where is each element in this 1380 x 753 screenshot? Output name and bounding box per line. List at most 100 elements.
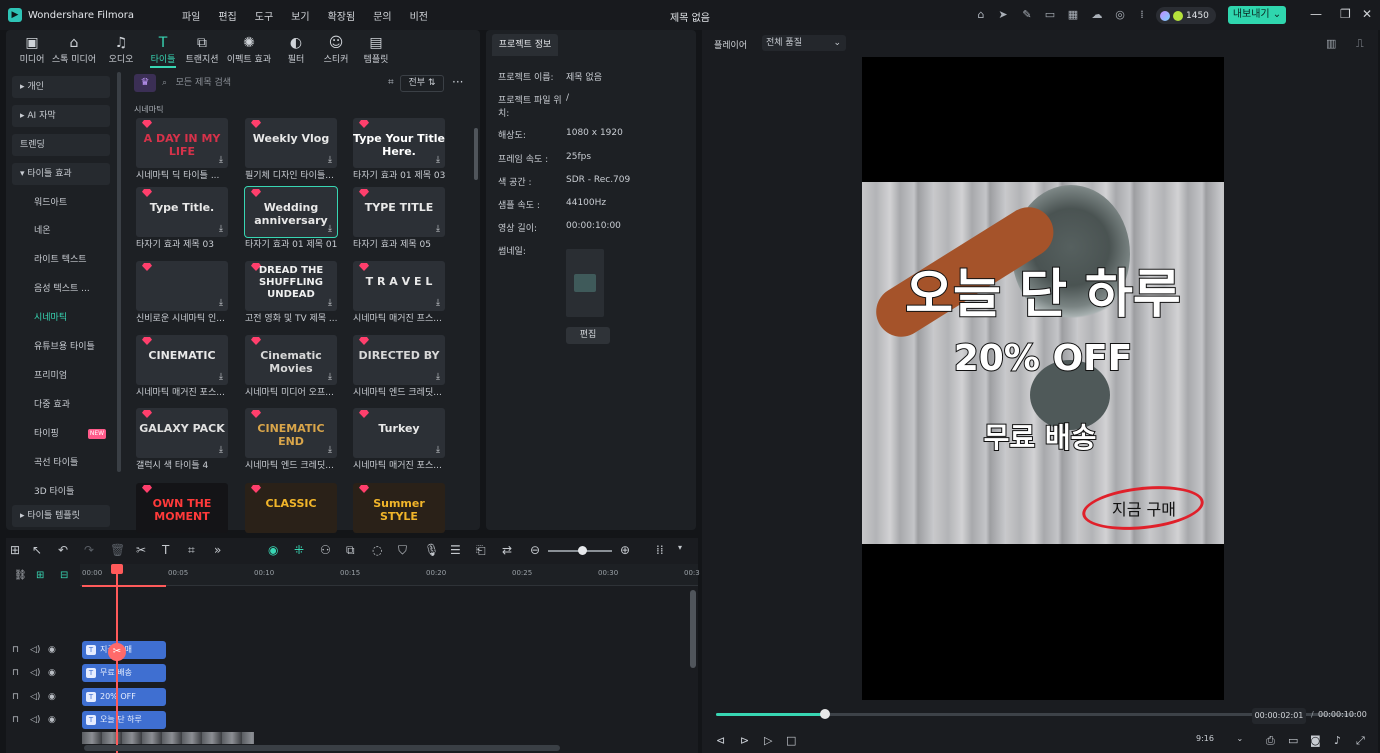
tab-stock-media[interactable]: ⌂ 스톡 미디어 xyxy=(48,34,100,65)
send-icon[interactable]: ➤ xyxy=(996,8,1010,22)
visibility-icon[interactable]: ◉ xyxy=(48,715,56,725)
sidebar-item-trending[interactable]: 트렌딩 xyxy=(12,134,110,156)
title-thumbnail[interactable]: CINEMATIC ⤓ xyxy=(136,335,228,385)
grid-scrollbar[interactable] xyxy=(474,128,478,180)
title-thumbnail[interactable]: Turkey ⤓ xyxy=(353,408,445,458)
text-tool-icon[interactable]: T xyxy=(162,543,169,557)
sidebar-item-curved[interactable]: 곡선 타이틀 xyxy=(12,452,110,474)
title-thumbnail[interactable]: OWN THE MOMENT xyxy=(136,483,228,533)
download-icon[interactable]: ⤓ xyxy=(436,155,440,165)
mute-icon[interactable]: ◁) xyxy=(30,715,40,725)
undo-icon[interactable]: ↶ xyxy=(58,543,68,557)
download-icon[interactable]: ⤓ xyxy=(219,372,223,382)
quality-dropdown[interactable]: 전체 품질 ⌄ xyxy=(762,35,846,51)
menu-view[interactable]: 보기 xyxy=(291,8,309,23)
video-clip[interactable] xyxy=(82,732,254,744)
download-icon[interactable]: ⤓ xyxy=(328,298,332,308)
title-thumbnail[interactable]: T R A V E L ⤓ xyxy=(353,261,445,311)
scope-icon[interactable]: ⎍ xyxy=(1356,37,1364,51)
sidebar-item-wordart[interactable]: 워드아트 xyxy=(12,192,110,214)
menu-extensions[interactable]: 확장됨 xyxy=(328,8,356,23)
sidebar-item-multi-effects[interactable]: 다중 효과 xyxy=(12,394,110,416)
overlay-text-today[interactable]: 오늘 단 하루 xyxy=(862,252,1224,327)
sidebar-item-neon[interactable]: 네온 xyxy=(12,220,110,242)
shield-icon[interactable]: ⛉ xyxy=(398,543,407,558)
maximize-icon[interactable]: ❐ xyxy=(1340,7,1351,21)
mark-icon[interactable]: ⚇ xyxy=(320,543,331,557)
download-icon[interactable]: ⤓ xyxy=(328,155,332,165)
title-thumbnail[interactable]: A DAY IN MY LIFE ⤓ xyxy=(136,118,228,168)
stop-icon[interactable]: □ xyxy=(786,734,796,747)
visibility-icon[interactable]: ◉ xyxy=(48,645,56,655)
title-thumbnail[interactable]: DIRECTED BY ⤓ xyxy=(353,335,445,385)
lock-icon[interactable]: ⊓ xyxy=(12,645,19,655)
export-button[interactable]: 내보내기 ⌄ xyxy=(1228,6,1286,24)
download-icon[interactable]: ⤓ xyxy=(219,445,223,455)
title-thumbnail[interactable]: DREAD THE SHUFFLING UNDEAD ⤓ xyxy=(245,261,337,311)
close-icon[interactable]: ✕ xyxy=(1362,7,1372,21)
tab-project-info[interactable]: 프로젝트 정보 xyxy=(492,34,558,56)
sidebar-item-voice-text[interactable]: 음성 텍스트 ... xyxy=(12,278,110,300)
title-thumbnail[interactable]: Wedding anniversary ⤓ xyxy=(244,186,338,238)
select-tool-icon[interactable]: ↖ xyxy=(32,543,42,557)
title-thumbnail[interactable]: ⤓ xyxy=(136,261,228,311)
volume-icon[interactable]: ♪ xyxy=(1334,734,1341,747)
subtitle-icon[interactable]: ☰ xyxy=(450,543,461,557)
track-layout-icon[interactable]: ⁞⁞ xyxy=(656,543,664,557)
display-icon[interactable]: ▭ xyxy=(1288,734,1298,747)
timeline-horizontal-scrollbar[interactable] xyxy=(84,745,560,751)
sticker-tool-icon[interactable]: ⎗ xyxy=(476,543,486,558)
sidebar-item-typing[interactable]: 타이핑 NEW xyxy=(12,423,110,445)
sidebar-scrollbar[interactable] xyxy=(117,72,121,472)
playhead[interactable] xyxy=(111,564,123,574)
title-thumbnail[interactable]: CINEMATIC END ⤓ xyxy=(245,408,337,458)
menu-edit[interactable]: 편집 xyxy=(218,8,236,23)
cloud-upload-icon[interactable]: ☁ xyxy=(1090,8,1104,22)
menu-file[interactable]: 파일 xyxy=(182,8,200,23)
download-icon[interactable]: ⤓ xyxy=(328,445,332,455)
download-icon[interactable]: ⤓ xyxy=(219,224,223,234)
title-thumbnail[interactable]: Cinematic Movies ⤓ xyxy=(245,335,337,385)
download-icon[interactable]: ⤓ xyxy=(436,372,440,382)
grid-icon[interactable]: ⁞ xyxy=(1135,8,1149,22)
fullscreen-icon[interactable]: ⤢ xyxy=(1356,734,1365,748)
overlay-text-discount[interactable]: 20% OFF xyxy=(862,337,1224,380)
headset-icon[interactable]: ◎ xyxy=(1113,8,1127,22)
menu-vision[interactable]: 비전 xyxy=(410,8,428,23)
search-input[interactable]: ⌕ 모든 제목 검색 xyxy=(162,74,390,92)
replace-icon[interactable]: ⇄ xyxy=(502,543,512,557)
timeline-vertical-scrollbar[interactable] xyxy=(690,590,696,668)
auto-ripple-icon[interactable]: ⊟ xyxy=(60,570,68,581)
render-icon[interactable]: ⧉ xyxy=(346,543,355,558)
title-thumbnail[interactable]: CLASSIC xyxy=(245,483,337,533)
title-clip[interactable]: T 무료 배송 xyxy=(82,664,166,682)
lock-icon[interactable]: ⊓ xyxy=(12,668,19,678)
cut-icon[interactable]: ✂ xyxy=(136,543,146,557)
delete-icon[interactable]: 🗑 xyxy=(110,543,125,557)
gift-icon[interactable]: ⌂ xyxy=(974,8,988,22)
title-clip[interactable]: T 오늘 단 하루 xyxy=(82,711,166,729)
tab-templates[interactable]: ▤ 템플릿 xyxy=(350,34,402,65)
download-icon[interactable]: ⤓ xyxy=(328,372,332,382)
title-thumbnail[interactable]: Weekly Vlog ⤓ xyxy=(245,118,337,168)
add-track-icon[interactable]: ⊞ xyxy=(36,570,44,581)
visibility-icon[interactable]: ◉ xyxy=(48,692,56,702)
speed-icon[interactable]: ◌ xyxy=(372,543,382,557)
sidebar-item-premium[interactable]: 프리미엄 xyxy=(12,365,110,387)
snap-icon[interactable]: ⁜ xyxy=(294,543,304,557)
layout-icon[interactable]: ▦ xyxy=(1066,8,1080,22)
mute-icon[interactable]: ◁) xyxy=(30,692,40,702)
title-thumbnail[interactable]: GALAXY PACK ⤓ xyxy=(136,408,228,458)
minimize-icon[interactable]: — xyxy=(1310,7,1322,21)
compare-view-icon[interactable]: ▥ xyxy=(1326,37,1336,50)
mute-icon[interactable]: ◁) xyxy=(30,645,40,655)
title-thumbnail[interactable]: Type Title. ⤓ xyxy=(136,187,228,237)
filter-dropdown[interactable]: 전부 ⇅ xyxy=(400,75,444,92)
redo-icon[interactable]: ↷ xyxy=(84,543,94,557)
link-icon[interactable]: ⛓ xyxy=(14,570,27,581)
download-icon[interactable]: ⤓ xyxy=(219,298,223,308)
split-scissor-icon[interactable]: ✂ xyxy=(108,643,126,661)
menu-help[interactable]: 문의 xyxy=(373,8,391,23)
crop-icon[interactable]: ⌗ xyxy=(188,543,195,558)
menu-tools[interactable]: 도구 xyxy=(255,8,273,23)
